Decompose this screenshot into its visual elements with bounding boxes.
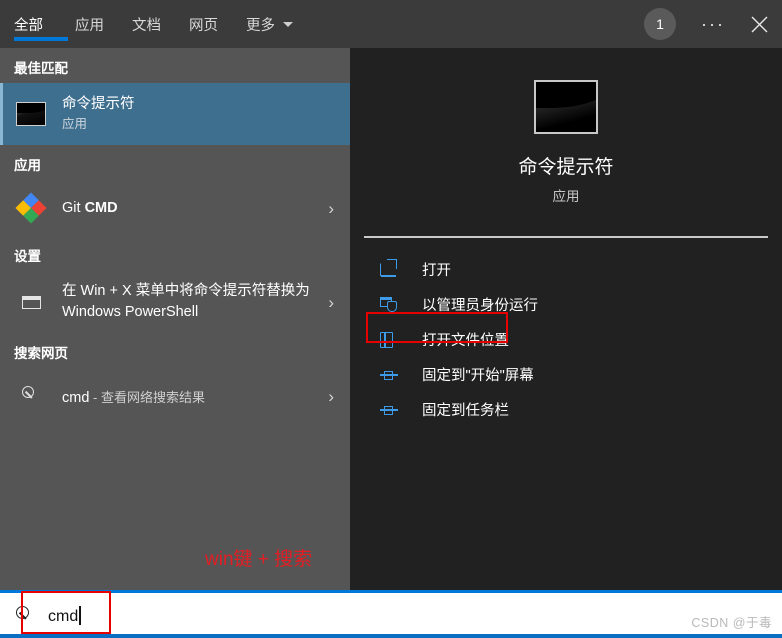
section-best-match: 最佳匹配 [14, 61, 68, 76]
action-pin-to-taskbar-label: 固定到任务栏 [422, 403, 509, 419]
chevron-right-icon[interactable]: › [328, 388, 334, 405]
result-item-git-cmd[interactable]: Git CMD › [0, 180, 350, 236]
text-cursor [79, 605, 81, 625]
tab-documents-label: 文档 [132, 17, 161, 34]
preview-subtitle: 应用 [552, 188, 580, 204]
windows-search-panel: 全部 应用 文档 网页 更多 1 ··· 最佳匹配 命令提示符 应用 应用 Gi… [0, 0, 782, 638]
action-pin-to-taskbar[interactable]: 固定到任务栏 [350, 392, 782, 427]
pin-icon [380, 364, 406, 386]
search-bar[interactable]: cmd [0, 590, 782, 638]
overflow-menu-button[interactable]: ··· [690, 0, 736, 48]
close-button[interactable] [736, 0, 782, 48]
action-pin-to-start-label: 固定到"开始"屏幕 [422, 368, 534, 384]
shield-admin-icon [380, 294, 406, 316]
window-rect-icon [14, 295, 48, 309]
chevron-right-icon[interactable]: › [328, 294, 334, 311]
taskbar-strip [0, 634, 782, 638]
tab-apps[interactable]: 应用 [61, 0, 118, 48]
results-list: 最佳匹配 命令提示符 应用 应用 Git CMD › 设置 在 Win + X … [0, 48, 350, 590]
search-input[interactable]: cmd [48, 605, 81, 626]
preview-title: 命令提示符 [518, 156, 614, 178]
result-item-settings-winx-powershell[interactable]: 在 Win + X 菜单中将命令提示符替换为 Windows PowerShel… [0, 271, 350, 333]
result-item-web-search-cmd[interactable]: cmd - 查看网络搜索结果 › [0, 368, 350, 424]
section-search-web: 搜索网页 [14, 346, 68, 361]
chevron-down-icon [283, 21, 293, 27]
tab-more[interactable]: 更多 [232, 0, 307, 48]
search-icon [14, 605, 36, 627]
action-open-file-location[interactable]: 打开文件位置 [350, 322, 782, 357]
action-list: 打开 以管理员身份运行 打开文件位置 固定到"开始"屏幕 固定到任务栏 [350, 238, 782, 427]
action-run-as-administrator[interactable]: 以管理员身份运行 [350, 287, 782, 322]
open-icon [380, 259, 406, 281]
pin-icon [380, 399, 406, 421]
app-preview: 命令提示符 应用 [350, 48, 782, 236]
tab-bar: 全部 应用 文档 网页 更多 [14, 0, 307, 48]
web-search-title: cmd - 查看网络搜索结果 [62, 389, 205, 406]
git-diamond-icon [14, 192, 48, 224]
tab-more-label: 更多 [246, 17, 275, 34]
tab-all[interactable]: 全部 [14, 0, 68, 48]
avatar-badge-label: 1 [656, 16, 664, 32]
git-cmd-title: Git CMD [62, 199, 118, 216]
action-open-label: 打开 [422, 263, 451, 279]
preview-pane: 命令提示符 应用 打开 以管理员身份运行 打开文件位置 固定到"开始"屏幕 固定… [350, 48, 782, 590]
search-header: 全部 应用 文档 网页 更多 1 ··· [0, 0, 782, 48]
action-open[interactable]: 打开 [350, 252, 782, 287]
action-pin-to-start[interactable]: 固定到"开始"屏幕 [350, 357, 782, 392]
ellipsis-icon: ··· [701, 14, 725, 34]
cmd-window-icon [14, 102, 48, 126]
best-match-subtitle: 应用 [62, 117, 88, 131]
cmd-window-icon [534, 79, 598, 134]
section-apps: 应用 [14, 158, 41, 173]
annotation-win-key-search: win键 + 搜索 [205, 549, 313, 570]
tab-apps-label: 应用 [75, 17, 104, 34]
best-match-title: 命令提示符 [62, 96, 135, 112]
result-best-match-command-prompt[interactable]: 命令提示符 应用 [0, 83, 350, 145]
tab-web[interactable]: 网页 [175, 0, 232, 48]
action-run-as-administrator-label: 以管理员身份运行 [422, 298, 538, 314]
tab-all-label: 全部 [14, 17, 43, 34]
folder-location-icon [380, 329, 406, 351]
section-settings: 设置 [14, 249, 41, 264]
tab-web-label: 网页 [189, 17, 218, 34]
action-open-file-location-label: 打开文件位置 [422, 333, 509, 349]
chevron-right-icon[interactable]: › [328, 200, 334, 217]
watermark: CSDN @于毒 [691, 616, 772, 630]
close-icon [751, 16, 767, 32]
settings-item-title: 在 Win + X 菜单中将命令提示符替换为 Windows PowerShel… [62, 283, 310, 320]
header-actions: 1 ··· [644, 0, 782, 48]
tab-active-underline [14, 37, 68, 41]
search-input-value: cmd [48, 607, 79, 625]
tab-documents[interactable]: 文档 [118, 0, 175, 48]
search-icon [14, 385, 48, 407]
avatar[interactable]: 1 [644, 8, 676, 40]
